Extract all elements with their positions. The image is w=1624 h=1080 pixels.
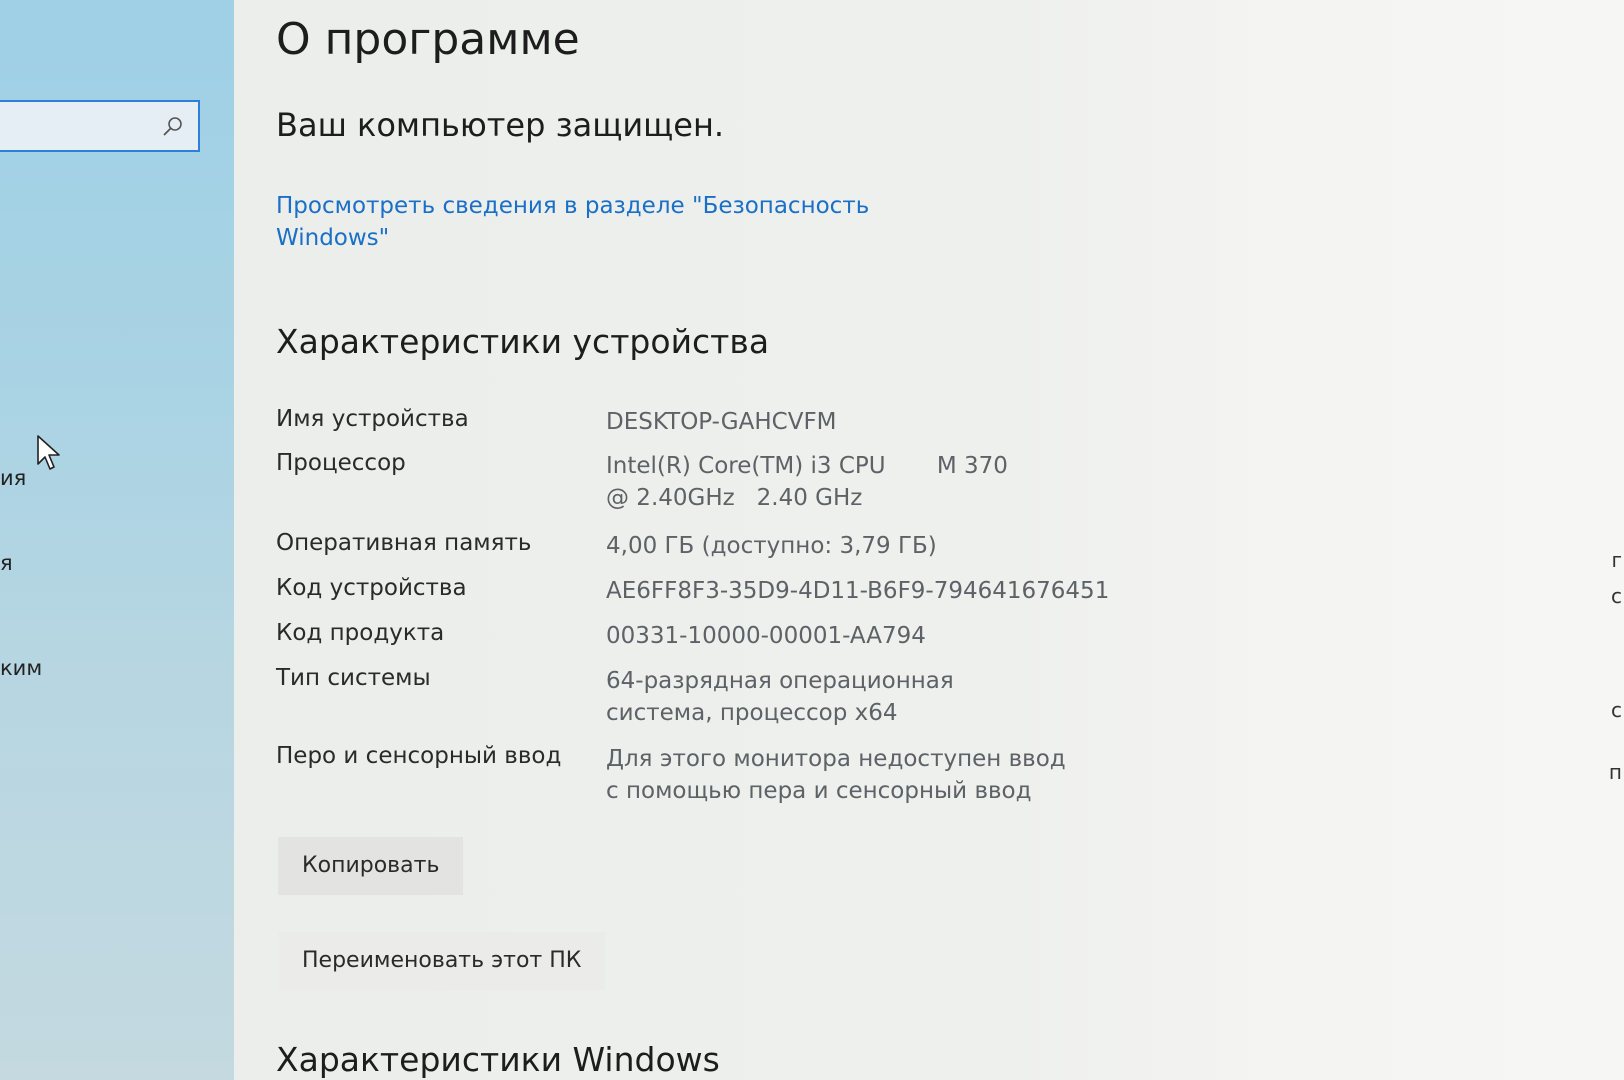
clipped-edge-text: с <box>1611 584 1622 608</box>
sidebar-item-partial-2[interactable]: я <box>0 551 13 575</box>
spec-value-product-id: 00331-10000-00001-AA794 <box>606 623 926 649</box>
sidebar-item-label: я <box>0 551 13 575</box>
navigation-pane: ия я ким <box>0 0 234 1080</box>
sidebar-item-partial-1[interactable]: ия <box>0 466 26 490</box>
windows-security-link[interactable]: Просмотреть сведения в разделе "Безопасн… <box>276 190 876 254</box>
clipped-edge-text: с <box>1611 698 1622 722</box>
mouse-pointer-icon <box>37 435 60 470</box>
spec-label-pen-touch: Перо и сенсорный ввод <box>276 743 562 769</box>
spec-label-product-id: Код продукта <box>276 620 445 646</box>
windows-specs-heading: Характеристики Windows <box>276 1040 720 1079</box>
spec-value-device-name: DESKTOP-GAHCVFM <box>606 409 837 435</box>
spec-value-ram: 4,00 ГБ (доступно: 3,79 ГБ) <box>606 533 937 559</box>
spec-value-pen-touch: Для этого монитора недоступен ввод с пом… <box>606 746 1066 804</box>
sidebar-item-label: ким <box>0 656 43 680</box>
spec-value-device-id: AE6FF8F3-35D9-4D11-B6F9-794641676451 <box>606 578 1110 604</box>
about-page-content: О программе Ваш компьютер защищен. Просм… <box>234 0 1624 1080</box>
spec-label-system-type: Тип системы <box>276 665 431 691</box>
sidebar-item-label: ия <box>0 466 27 490</box>
spec-label-device-id: Код устройства <box>276 575 467 601</box>
clipped-edge-text: г <box>1611 548 1622 572</box>
sidebar-item-partial-3[interactable]: ким <box>0 656 42 680</box>
spec-value-system-type: 64-разрядная операционная система, проце… <box>606 668 954 726</box>
spec-label-device-name: Имя устройства <box>276 406 469 432</box>
search-icon[interactable] <box>162 116 184 138</box>
spec-label-processor: Процессор <box>276 450 406 476</box>
page-title: О программе <box>276 14 580 65</box>
settings-search-box[interactable] <box>0 100 200 152</box>
clipped-edge-text: п <box>1608 760 1622 784</box>
search-input[interactable] <box>4 110 158 144</box>
spec-label-ram: Оперативная память <box>276 530 532 556</box>
spec-value-processor: Intel(R) Core(TM) i3 CPU M 370 @ 2.40GHz… <box>606 453 1023 511</box>
protection-status-text: Ваш компьютер защищен. <box>276 106 725 144</box>
rename-pc-button[interactable]: Переименовать этот ПК <box>278 932 606 990</box>
device-specs-heading: Характеристики устройства <box>276 322 770 361</box>
copy-button[interactable]: Копировать <box>278 837 464 895</box>
